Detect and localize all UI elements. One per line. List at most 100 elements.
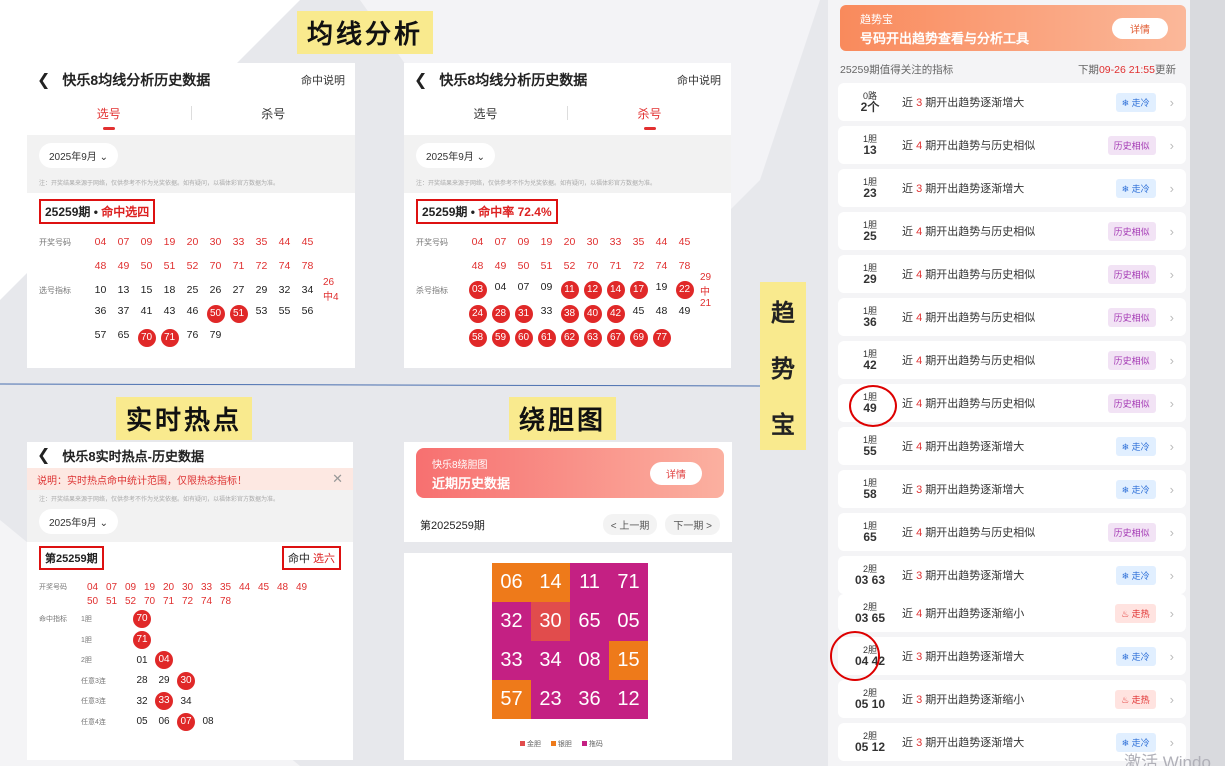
badge-label: 历史相似 — [1113, 527, 1150, 538]
tab-pick[interactable]: 选号 — [404, 105, 567, 122]
fire-icon: ♨ — [1121, 694, 1130, 705]
trend-item[interactable]: 2胆 04 42 近 3 期开出趋势逐渐增大 ❄ 走冷 › — [838, 637, 1186, 675]
indicator-numbers: 25 — [863, 229, 877, 243]
trend-item[interactable]: 1胆 55 近 4 期开出趋势逐渐增大 ❄ 走冷 › — [838, 427, 1186, 465]
desc-count: 3 — [916, 570, 923, 582]
number: 71 — [609, 260, 622, 272]
sub-right-prefix: 下期 — [1077, 64, 1099, 76]
desc-pre: 近 — [902, 312, 913, 324]
chevron-right-icon: › — [1169, 223, 1174, 239]
ball: 12 — [583, 281, 602, 299]
tab-kill[interactable]: 杀号 — [192, 105, 356, 122]
trend-item[interactable]: 0路 2个近 3 期开出趋势逐渐增大 ❄ 走冷 › — [838, 83, 1186, 121]
number: 79 — [209, 329, 222, 341]
ball: 31 — [514, 305, 533, 323]
trend-item[interactable]: 1胆 25 近 4 期开出趋势与历史相似 历史相似 › — [838, 212, 1186, 250]
trend-item[interactable]: 2胆 03 63 近 3 期开出趋势逐渐增大 ❄ 走冷 › — [838, 556, 1186, 594]
chevron-right-icon: › — [1169, 395, 1174, 411]
trend-description: 近 4 期开出趋势逐渐缩小 — [902, 605, 1024, 621]
trend-item[interactable]: 1胆 42 近 4 期开出趋势与历史相似 历史相似 › — [838, 341, 1186, 379]
ball: 22 — [675, 281, 694, 299]
number: 46 — [186, 305, 199, 317]
ball-number: 51 — [227, 305, 250, 323]
indicator-code: 1胆 42 — [838, 349, 902, 371]
trend-badge: ❄ 走冷 — [1115, 92, 1156, 112]
badge-label: 走冷 — [1131, 737, 1150, 748]
badge-label: 历史相似 — [1113, 269, 1150, 280]
number: 56 — [301, 305, 314, 317]
hit-box: 命中 选六 — [281, 546, 341, 570]
number: 19 — [143, 581, 156, 593]
number: 74 — [200, 596, 213, 607]
number: 29 — [158, 675, 170, 687]
back-icon[interactable]: ❮ — [37, 445, 50, 465]
desc-post: 期开出趋势与历史相似 — [925, 269, 1036, 281]
period-box: 第25259期 — [39, 546, 104, 570]
trend-item[interactable]: 1胆 36 近 4 期开出趋势与历史相似 历史相似 › — [838, 298, 1186, 336]
desc-post: 期开出趋势与历史相似 — [925, 226, 1036, 238]
ball: 24 — [468, 305, 487, 323]
trend-badge: 历史相似 — [1107, 522, 1156, 542]
indicator-code: 2胆 05 10 — [838, 688, 902, 710]
next-button[interactable]: 下一期 > — [665, 514, 720, 535]
close-icon[interactable]: ✕ — [332, 471, 343, 487]
tab-pick[interactable]: 选号 — [27, 105, 191, 130]
number: 71 — [162, 596, 175, 607]
disclaimer: 注：开奖结果来源于网络，仅供参考不作为兑奖依据。如有疑问，以福体彩官方数据为准。 — [39, 181, 280, 187]
trend-item[interactable]: 2胆 03 65 近 4 期开出趋势逐渐缩小 ♨ 走热 › — [838, 594, 1186, 632]
number: 34 — [301, 284, 314, 296]
desc-count: 3 — [916, 737, 923, 749]
snowflake-icon: ❄ — [1121, 570, 1130, 581]
trend-item[interactable]: 1胆 29 近 4 期开出趋势与历史相似 历史相似 › — [838, 255, 1186, 293]
help-link[interactable]: 命中说明 — [677, 72, 721, 88]
indicator-numbers: 36 — [863, 315, 877, 329]
chevron-right-icon: › — [1169, 309, 1174, 325]
desc-pre: 近 — [902, 355, 913, 367]
draw-row: 50 51 52 70 71 72 74 78 — [39, 594, 341, 609]
result-block: 25259期 • 命中率 72.4% 开奖号码 04 07 09 19 20 30 33 35 4… — [404, 193, 731, 350]
trend-item[interactable]: 1胆 13 近 4 期开出趋势与历史相似 历史相似 › — [838, 126, 1186, 164]
chevron-right-icon: › — [1169, 137, 1174, 153]
indicator-code: 1胆 23 — [838, 177, 902, 199]
ball-number: 03 — [466, 281, 489, 299]
month-select[interactable]: 2025年9月 ⌄ — [416, 143, 495, 168]
ball-number: 69 — [627, 329, 650, 347]
details-button[interactable]: 详情 — [650, 462, 702, 485]
trend-description: 近 4 期开出趋势与历史相似 — [902, 137, 1035, 153]
sub-left: 25259期值得关注的指标 — [840, 64, 954, 76]
number: 06 — [158, 716, 170, 728]
number: 65 — [117, 329, 130, 341]
desc-post: 期开出趋势与历史相似 — [925, 312, 1036, 324]
highlight-circle — [830, 631, 880, 681]
ball: 42 — [606, 305, 625, 323]
number: 08 — [202, 716, 214, 728]
number: 53 — [255, 305, 268, 317]
number: 33 — [200, 581, 213, 593]
sub-right-time: 09-26 21:55 — [1098, 64, 1155, 76]
tab-kill[interactable]: 杀号 — [568, 105, 731, 130]
back-icon[interactable]: ❮ — [414, 70, 427, 90]
number: 45 — [257, 581, 270, 593]
row-label: 2胆 — [81, 657, 92, 665]
month-select[interactable]: 2025年9月 ⌄ — [39, 143, 118, 168]
number: 50 — [517, 260, 530, 272]
dan-banner: 快乐8绕胆图 近期历史数据 详情 — [416, 448, 724, 498]
details-button[interactable]: 详情 — [1112, 18, 1168, 39]
avg-kill-header: ❮ 快乐8均线分析历史数据 命中说明 — [404, 63, 731, 97]
ball-number: 70 — [135, 329, 158, 347]
trend-item[interactable]: 1胆 58 近 3 期开出趋势逐渐增大 ❄ 走冷 › — [838, 470, 1186, 508]
trend-item[interactable]: 2胆 05 10 近 3 期开出趋势逐渐缩小 ♨ 走热 › — [838, 680, 1186, 718]
ball-number: 71 — [131, 630, 153, 649]
desc-count: 4 — [916, 608, 923, 620]
trend-item[interactable]: 1胆 23 近 3 期开出趋势逐渐增大 ❄ 走冷 › — [838, 169, 1186, 207]
number: 09 — [140, 236, 153, 248]
back-icon[interactable]: ❮ — [37, 70, 50, 90]
prev-button[interactable]: < 上一期 — [602, 514, 658, 535]
index-label: 命中指标 — [39, 616, 67, 624]
number: 72 — [632, 260, 645, 272]
period-hit-box: 25259期 • 命中率 72.4% — [416, 199, 558, 224]
help-link[interactable]: 命中说明 — [301, 72, 345, 88]
ball-number: 62 — [558, 329, 581, 347]
trend-item[interactable]: 1胆 65 近 4 期开出趋势与历史相似 历史相似 › — [838, 513, 1186, 551]
month-select[interactable]: 2025年9月 ⌄ — [39, 509, 118, 534]
